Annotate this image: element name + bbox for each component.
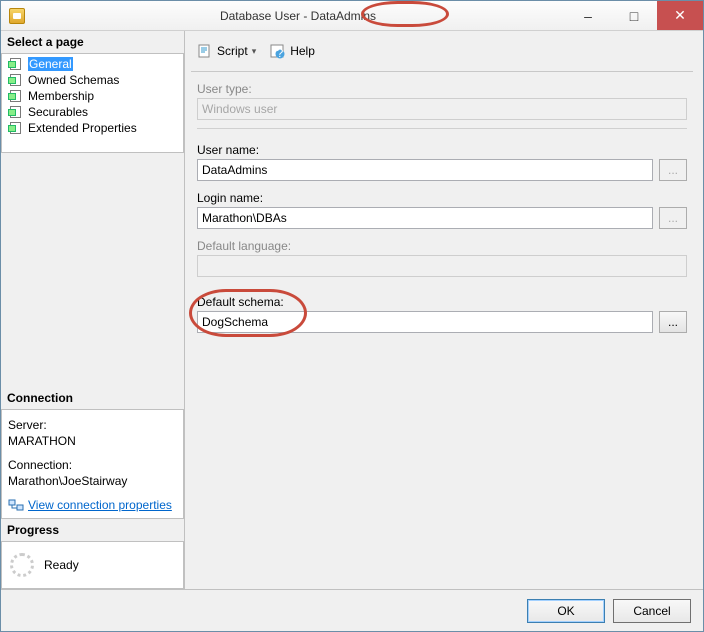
window-buttons: – □ ✕ <box>565 1 703 30</box>
script-icon <box>197 43 213 59</box>
chevron-down-icon[interactable]: ▾ <box>252 46 257 57</box>
view-connection-properties-link[interactable]: View connection properties <box>8 498 177 512</box>
ok-button[interactable]: OK <box>527 599 605 623</box>
view-connection-properties-label: View connection properties <box>28 498 172 512</box>
help-button[interactable]: ? Help <box>266 41 319 61</box>
server-value: MARATHON <box>8 434 177 448</box>
page-icon <box>8 89 24 103</box>
page-item-label: Membership <box>28 89 94 103</box>
user-type-select: Windows user <box>197 98 687 120</box>
page-item-owned-schemas[interactable]: Owned Schemas <box>2 72 183 88</box>
page-icon <box>8 121 24 135</box>
page-item-extended-properties[interactable]: Extended Properties <box>2 120 183 136</box>
user-name-browse-button: ... <box>659 159 687 181</box>
toolbar: Script ▾ ? Help <box>191 35 693 72</box>
cancel-button[interactable]: Cancel <box>613 599 691 623</box>
default-language-label: Default language: <box>197 239 687 253</box>
maximize-button[interactable]: □ <box>611 1 657 30</box>
default-schema-row: Default schema: ... <box>197 295 687 333</box>
app-icon <box>9 8 25 24</box>
progress-spinner-icon <box>10 553 34 577</box>
login-name-label: Login name: <box>197 191 687 205</box>
page-item-membership[interactable]: Membership <box>2 88 183 104</box>
page-icon <box>8 73 24 87</box>
network-icon <box>8 498 24 512</box>
bottom-bar: OK Cancel <box>1 589 703 631</box>
close-button[interactable]: ✕ <box>657 1 703 30</box>
left-spacer <box>1 153 184 387</box>
script-label: Script <box>217 44 248 58</box>
left-column: Select a page General Owned Schemas Memb… <box>1 31 185 589</box>
title-bar: Database User - DataAdmins – □ ✕ <box>1 1 703 31</box>
default-language-select <box>197 255 687 277</box>
progress-panel: Ready <box>1 541 184 589</box>
page-item-label: Extended Properties <box>28 121 137 135</box>
window-title: Database User - DataAdmins <box>31 9 565 23</box>
progress-status: Ready <box>44 558 79 572</box>
page-item-label: General <box>28 57 73 71</box>
server-label: Server: <box>8 418 177 432</box>
user-name-label: User name: <box>197 143 687 157</box>
script-button[interactable]: Script ▾ <box>193 41 260 61</box>
divider <box>197 128 687 129</box>
user-name-row: User name: ... <box>197 143 687 181</box>
svg-text:?: ? <box>277 46 284 59</box>
connection-panel: Server: MARATHON Connection: Marathon\Jo… <box>1 409 184 519</box>
page-item-label: Securables <box>28 105 88 119</box>
connection-label: Connection: <box>8 458 177 472</box>
page-list: General Owned Schemas Membership Securab… <box>1 53 184 153</box>
page-icon <box>8 57 24 71</box>
user-name-input[interactable] <box>197 159 653 181</box>
select-page-header: Select a page <box>1 31 184 53</box>
page-item-general[interactable]: General <box>2 56 183 72</box>
right-column: Script ▾ ? Help User type: Windows user <box>185 31 703 589</box>
user-type-label: User type: <box>197 82 687 96</box>
page-icon <box>8 105 24 119</box>
form-area: User type: Windows user User name: ... L… <box>191 72 693 343</box>
default-language-row: Default language: <box>197 239 687 277</box>
progress-header: Progress <box>1 519 184 541</box>
page-item-label: Owned Schemas <box>28 73 119 87</box>
login-name-input[interactable] <box>197 207 653 229</box>
connection-value: Marathon\JoeStairway <box>8 474 177 488</box>
minimize-button[interactable]: – <box>565 1 611 30</box>
default-schema-input[interactable] <box>197 311 653 333</box>
login-name-browse-button: ... <box>659 207 687 229</box>
help-icon: ? <box>270 43 286 59</box>
help-label: Help <box>290 44 315 58</box>
login-name-row: Login name: ... <box>197 191 687 229</box>
body: Select a page General Owned Schemas Memb… <box>1 31 703 589</box>
default-schema-label: Default schema: <box>197 295 687 309</box>
default-schema-browse-button[interactable]: ... <box>659 311 687 333</box>
user-type-row: User type: Windows user <box>197 82 687 120</box>
page-item-securables[interactable]: Securables <box>2 104 183 120</box>
connection-header: Connection <box>1 387 184 409</box>
